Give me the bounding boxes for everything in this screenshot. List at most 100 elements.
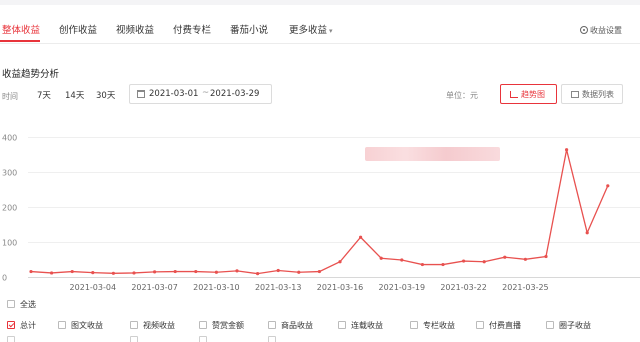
checkbox-tip-amount[interactable]: 赞赏金额 xyxy=(199,320,244,331)
date-separator: ~ xyxy=(202,88,210,98)
trend-chart-button[interactable]: 趋势图 xyxy=(500,84,557,104)
checkbox-label: 图文收益 xyxy=(71,321,103,330)
data-point xyxy=(338,260,342,264)
series-line xyxy=(30,149,609,275)
x-tick-label: 2021-03-10 xyxy=(193,283,240,292)
tab-paid-column[interactable]: 付费专栏 xyxy=(173,22,211,36)
select-all-row: 全选 xyxy=(0,299,640,313)
chevron-down-icon: ▾ xyxy=(329,27,333,35)
checkbox-label: 全选 xyxy=(20,300,36,309)
blurred-tooltip xyxy=(365,147,500,161)
checkbox-column-revenue[interactable]: 专栏收益 xyxy=(410,320,455,331)
checkbox-label: 专栏收益 xyxy=(423,321,455,330)
checkbox-serial-revenue[interactable]: 连载收益 xyxy=(338,320,383,331)
data-point xyxy=(606,184,610,188)
data-point xyxy=(359,235,363,239)
data-point xyxy=(317,269,321,274)
data-point xyxy=(194,269,198,274)
data-point xyxy=(544,254,548,259)
data-point xyxy=(111,271,115,275)
tab-tomato-novel[interactable]: 番茄小说 xyxy=(230,22,268,36)
checkbox-partial[interactable] xyxy=(199,336,212,342)
checkbox-label: 圈子收益 xyxy=(559,321,591,330)
x-tick-label: 2021-03-25 xyxy=(502,283,549,292)
checkbox-partial[interactable] xyxy=(7,336,20,342)
x-tick-label: 2021-03-13 xyxy=(255,283,302,292)
x-tick-label: 2021-03-04 xyxy=(70,283,117,292)
trend-chart-label: 趋势图 xyxy=(521,90,545,99)
x-tick-label: 2021-03-07 xyxy=(131,283,178,292)
revenue-settings-button[interactable]: 收益设置 xyxy=(580,25,622,36)
checkbox-box xyxy=(130,321,138,329)
checkbox-box xyxy=(268,336,276,342)
data-point xyxy=(29,269,33,274)
checkbox-box xyxy=(7,336,15,342)
checkbox-box xyxy=(199,336,207,342)
data-point xyxy=(482,260,486,264)
y-tick-label: 300 xyxy=(2,169,17,178)
checkbox-product-revenue[interactable]: 商品收益 xyxy=(268,320,313,331)
y-tick-label: 200 xyxy=(2,204,17,213)
data-point xyxy=(70,269,74,274)
checkbox-box xyxy=(338,321,346,329)
unit-label: 单位：元 xyxy=(446,91,478,100)
data-point xyxy=(585,231,589,235)
data-point xyxy=(400,258,404,262)
data-point xyxy=(523,257,528,261)
range-30-days[interactable]: 30天 xyxy=(96,89,115,101)
checkbox-article-revenue[interactable]: 图文收益 xyxy=(58,320,103,331)
end-date: 2021-03-29 xyxy=(210,89,260,99)
y-tick-label: 100 xyxy=(2,239,17,248)
checkbox-box xyxy=(199,321,207,329)
checkbox-label: 总计 xyxy=(20,321,36,330)
x-tick-label: 2021-03-19 xyxy=(379,283,426,292)
section-title: 收益趋势分析 xyxy=(2,69,60,80)
tab-overall-revenue[interactable]: 整体收益 xyxy=(2,22,40,36)
checkbox-box xyxy=(130,336,138,342)
data-point xyxy=(235,269,239,273)
checkbox-label: 视频收益 xyxy=(143,321,175,330)
data-point xyxy=(297,270,301,274)
tab-video-revenue[interactable]: 视频收益 xyxy=(116,22,154,36)
data-list-label: 数据列表 xyxy=(582,90,614,99)
tab-more-revenue[interactable]: 更多收益 ▾ xyxy=(289,22,333,36)
data-point xyxy=(153,270,157,274)
checkbox-circle-revenue[interactable]: 圈子收益 xyxy=(546,320,591,331)
data-point xyxy=(462,259,466,263)
checkbox-select-all[interactable]: 全选 xyxy=(7,299,36,310)
checkbox-box xyxy=(58,321,66,329)
checkbox-video-revenue[interactable]: 视频收益 xyxy=(130,320,175,331)
data-point xyxy=(276,268,280,273)
checkbox-partial[interactable] xyxy=(130,336,143,342)
y-tick-label: 0 xyxy=(2,274,7,283)
settings-label: 收益设置 xyxy=(590,26,622,35)
data-point xyxy=(50,271,54,275)
checkbox-label: 连载收益 xyxy=(351,321,383,330)
checkbox-partial[interactable] xyxy=(268,336,281,342)
data-point xyxy=(503,255,507,259)
data-point xyxy=(214,270,218,274)
checkbox-label: 赞赏金额 xyxy=(212,321,244,330)
data-point xyxy=(91,271,95,275)
range-7-days[interactable]: 7天 xyxy=(37,89,51,101)
time-label: 时间 xyxy=(2,92,18,101)
x-tick-label: 2021-03-16 xyxy=(317,283,364,292)
data-point xyxy=(173,269,177,274)
data-list-button[interactable]: 数据列表 xyxy=(561,84,623,104)
data-point xyxy=(132,271,136,275)
checkbox-total[interactable]: 总计 xyxy=(7,320,36,331)
revenue-trend-chart: 0 100 200 300 400 2021-03-04 2021-03-07 2021-03… xyxy=(2,134,640,292)
tab-creation-revenue[interactable]: 创作收益 xyxy=(59,22,97,36)
date-range-picker[interactable]: 2021-03-01 ~ 2021-03-29 xyxy=(129,84,272,104)
checkbox-box xyxy=(7,321,15,329)
data-point xyxy=(379,256,383,260)
checkbox-box xyxy=(476,321,484,329)
range-14-days[interactable]: 14天 xyxy=(65,89,84,101)
checkbox-paid-live[interactable]: 付费直播 xyxy=(476,320,521,331)
series-checkbox-row: 总计 图文收益 视频收益 赞赏金额 商品收益 连载收益 专栏收益 付费直播 圈子… xyxy=(0,320,640,334)
checkbox-box xyxy=(410,321,418,329)
gear-icon xyxy=(580,26,588,34)
revenue-tabs: 整体收益 创作收益 视频收益 付费专栏 番茄小说 更多收益 ▾ 收益设置 xyxy=(0,18,640,44)
calendar-icon xyxy=(137,90,145,98)
y-tick-label: 400 xyxy=(2,134,17,143)
